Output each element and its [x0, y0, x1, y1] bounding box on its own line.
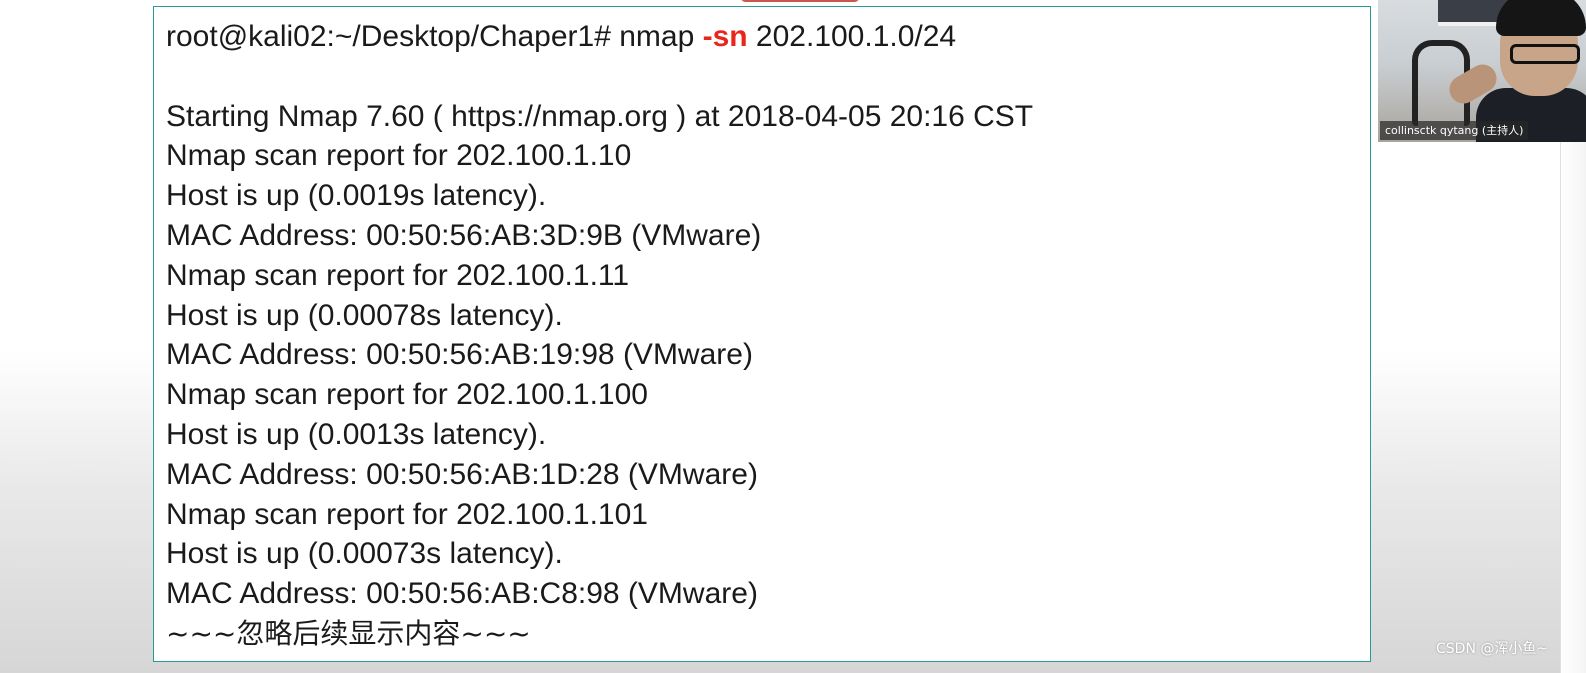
command-flag: -sn: [702, 20, 748, 53]
command-prompt: root@kali02:~/Desktop/Chaper1# nmap: [166, 20, 703, 53]
output-line-start: Starting Nmap 7.60 ( https://nmap.org ) …: [166, 99, 1034, 133]
output-line-host-4: Host is up (0.00073s latency).: [166, 537, 563, 571]
terminal-output-panel: root@kali02:~/Desktop/Chaper1# nmap -sn …: [153, 6, 1371, 662]
terminal-lines: root@kali02:~/Desktop/Chaper1# nmap -sn …: [166, 17, 1033, 654]
csdn-watermark: CSDN @浑小鱼~: [1436, 641, 1549, 657]
output-line-report-2: Nmap scan report for 202.100.1.11: [166, 258, 630, 292]
command-line: root@kali02:~/Desktop/Chaper1# nmap -sn …: [166, 17, 1033, 57]
output-line-report-3: Nmap scan report for 202.100.1.100: [166, 378, 648, 412]
webcam-presenter-glasses: [1510, 44, 1580, 64]
right-edge-panel: [1560, 142, 1586, 673]
output-line-report-1: Nmap scan report for 202.100.1.10: [166, 139, 632, 173]
output-line-mac-1: MAC Address: 00:50:56:AB:3D:9B (VMware): [166, 218, 762, 252]
output-line-mac-2: MAC Address: 00:50:56:AB:19:98 (VMware): [166, 338, 753, 372]
participant-name-label: collinsctk qytang (主持人): [1380, 121, 1529, 140]
output-line-report-4: Nmap scan report for 202.100.1.101: [166, 497, 648, 531]
webcam-presenter-hair: [1496, 0, 1586, 36]
output-line-mac-3: MAC Address: 00:50:56:AB:1D:28 (VMware): [166, 457, 758, 491]
slide-title-remnant: [740, 0, 860, 2]
output-line-host-3: Host is up (0.0013s latency).: [166, 417, 547, 451]
output-line-host-2: Host is up (0.00078s latency).: [166, 298, 563, 332]
output-footer-note: ~~~忽略后续显示内容~~~: [166, 616, 531, 650]
output-line-host-1: Host is up (0.0019s latency).: [166, 179, 547, 213]
output-line-mac-4: MAC Address: 00:50:56:AB:C8:98 (VMware): [166, 577, 758, 611]
command-target: 202.100.1.0/24: [747, 20, 957, 53]
